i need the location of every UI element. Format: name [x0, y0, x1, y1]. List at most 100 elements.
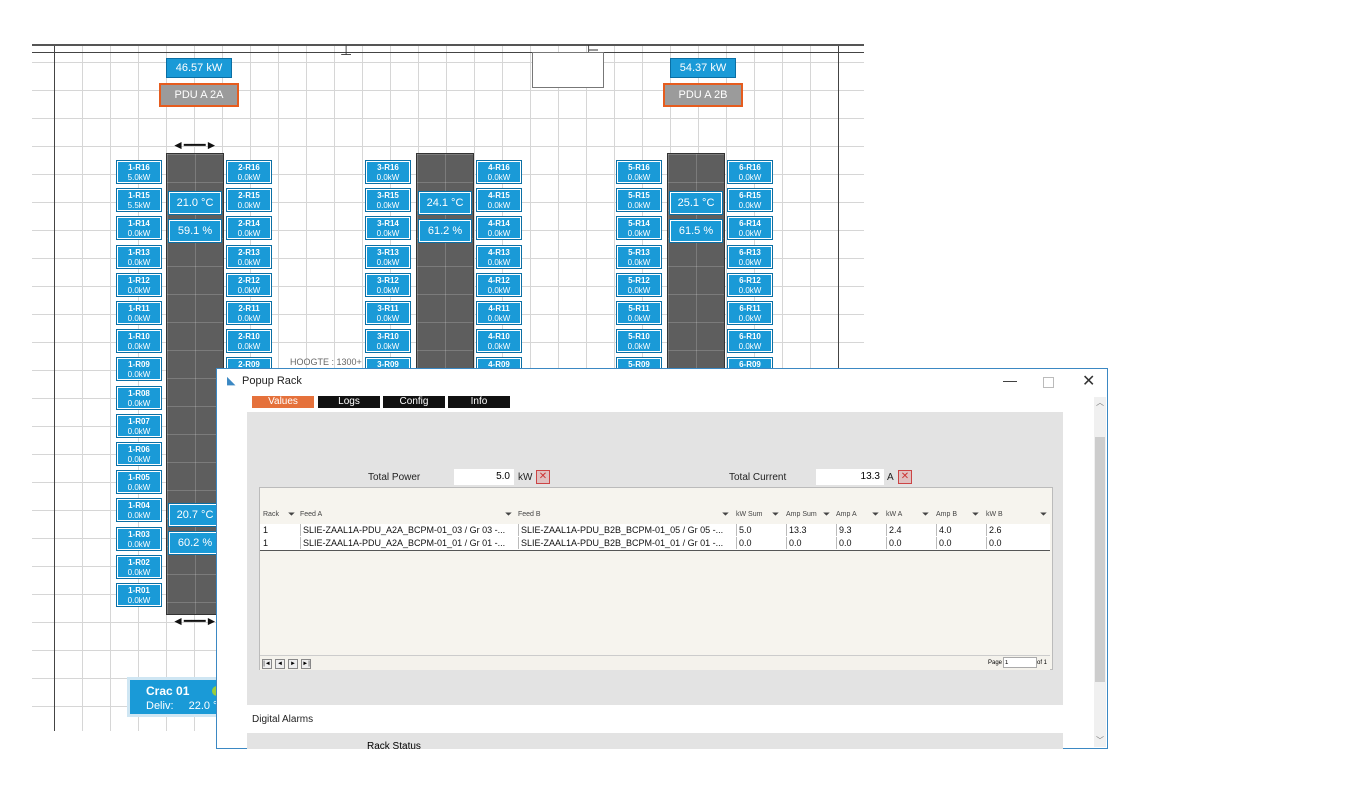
rack-1-r13[interactable]: 1-R13 0.0kW	[116, 244, 162, 269]
filter-icon[interactable]: ⏷	[823, 509, 830, 520]
aisle1-humidity[interactable]: 59.1 %	[168, 219, 222, 243]
aisle1-humidity-2[interactable]: 60.2 %	[168, 531, 222, 555]
pdu-a2b[interactable]: PDU A 2B	[663, 83, 743, 107]
rack-6-r16[interactable]: 6-R16 0.0kW	[727, 160, 773, 184]
rack-6-r11[interactable]: 6-R11 0.0kW	[727, 301, 773, 325]
rack-6-r13[interactable]: 6-R13 0.0kW	[727, 244, 773, 269]
tab-values[interactable]: Values	[252, 396, 314, 408]
rack-1-r11[interactable]: 1-R11 0.0kW	[116, 301, 162, 325]
filter-icon[interactable]: ⏷	[872, 509, 879, 520]
rack-1-r01[interactable]: 1-R01 0.0kW	[116, 583, 162, 607]
rack-3-r15[interactable]: 3-R15 0.0kW	[365, 188, 411, 213]
rack-2-r10[interactable]: 2-R10 0.0kW	[226, 329, 272, 354]
col-header-feed-b[interactable]: Feed B	[518, 508, 541, 522]
rack-2-r12[interactable]: 2-R12 0.0kW	[226, 272, 272, 297]
col-header-kw-sum[interactable]: kW Sum	[736, 508, 762, 522]
rack-1-r03[interactable]: 1-R03 0.0kW	[116, 526, 162, 551]
rack-2-r14[interactable]: 2-R14 0.0kW	[226, 216, 272, 241]
maximize-icon[interactable]	[1043, 377, 1054, 388]
rack-3-r16[interactable]: 3-R16 0.0kW	[365, 160, 411, 184]
title-bar[interactable]: ◣ Popup Rack — ✕	[217, 369, 1107, 393]
aisle3-temperature[interactable]: 25.1 °C	[669, 191, 723, 215]
col-header-amp-sum[interactable]: Amp Sum	[786, 508, 817, 522]
rack-2-r16[interactable]: 2-R16 0.0kW	[226, 160, 272, 184]
next-page-icon[interactable]: ►	[288, 659, 298, 669]
rack-2-r11[interactable]: 2-R11 0.0kW	[226, 301, 272, 325]
rack-1-r08[interactable]: 1-R08 0.0kW	[116, 385, 162, 410]
rack-1-r06[interactable]: 1-R06 0.0kW	[116, 442, 162, 466]
filter-icon[interactable]: ⏷	[505, 509, 512, 520]
crac-unit[interactable]: Crac 01 Deliv: 22.0 °	[127, 677, 227, 717]
rack-5-r14[interactable]: 5-R14 0.0kW	[616, 216, 662, 241]
page-input[interactable]	[1003, 657, 1037, 668]
tab-config[interactable]: Config	[383, 396, 445, 408]
rack-6-r15[interactable]: 6-R15 0.0kW	[727, 188, 773, 213]
rack-5-r12[interactable]: 5-R12 0.0kW	[616, 272, 662, 297]
aisle3-humidity[interactable]: 61.5 %	[669, 219, 723, 243]
rack-6-r12[interactable]: 6-R12 0.0kW	[727, 272, 773, 297]
filter-icon[interactable]: ⏷	[922, 509, 929, 520]
rack-1-r04[interactable]: 1-R04 0.0kW	[116, 498, 162, 523]
rack-4-r14[interactable]: 4-R14 0.0kW	[476, 216, 522, 241]
minimize-icon[interactable]: —	[1003, 372, 1017, 388]
table-row[interactable]: 1 SLIE-ZAAL1A-PDU_A2A_BCPM-01_03 / Gr 03 …	[260, 524, 1050, 538]
rack-1-r14[interactable]: 1-R14 0.0kW	[116, 216, 162, 241]
rack-1-r15[interactable]: 1-R15 5.5kW	[116, 188, 162, 213]
tab-logs[interactable]: Logs	[318, 396, 380, 408]
rack-3-r11[interactable]: 3-R11 0.0kW	[365, 301, 411, 325]
rack-4-r15[interactable]: 4-R15 0.0kW	[476, 188, 522, 213]
col-header-rack[interactable]: Rack	[263, 508, 279, 522]
filter-icon[interactable]: ⏷	[288, 509, 295, 520]
rack-3-r13[interactable]: 3-R13 0.0kW	[365, 244, 411, 269]
aisle1-temperature[interactable]: 21.0 °C	[168, 191, 222, 215]
rack-4-r12[interactable]: 4-R12 0.0kW	[476, 272, 522, 297]
col-header-amp-b[interactable]: Amp B	[936, 508, 957, 522]
aisle2-temperature[interactable]: 24.1 °C	[418, 191, 472, 215]
col-header-kw-a[interactable]: kW A	[886, 508, 902, 522]
rack-1-r05[interactable]: 1-R05 0.0kW	[116, 470, 162, 495]
scroll-down-icon[interactable]: ﹀	[1096, 735, 1104, 746]
rack-5-r15[interactable]: 5-R15 0.0kW	[616, 188, 662, 213]
rack-1-r02[interactable]: 1-R02 0.0kW	[116, 554, 162, 579]
rack-3-r12[interactable]: 3-R12 0.0kW	[365, 272, 411, 297]
tab-info[interactable]: Info	[448, 396, 510, 408]
table-row[interactable]: 1 SLIE-ZAAL1A-PDU_A2A_BCPM-01_01 / Gr 01 …	[260, 537, 1050, 551]
filter-icon[interactable]: ⏷	[1040, 509, 1047, 520]
last-page-icon[interactable]: ►|	[301, 659, 311, 669]
close-icon[interactable]: ✕	[1082, 371, 1095, 391]
rack-5-r16[interactable]: 5-R16 0.0kW	[616, 160, 662, 184]
rack-4-r16[interactable]: 4-R16 0.0kW	[476, 160, 522, 184]
filter-icon[interactable]: ⏷	[772, 509, 779, 520]
aisle1-temperature-2[interactable]: 20.7 °C	[168, 503, 222, 527]
filter-icon[interactable]: ⏷	[722, 509, 729, 520]
rack-2-r13[interactable]: 2-R13 0.0kW	[226, 244, 272, 269]
rack-3-r14[interactable]: 3-R14 0.0kW	[365, 216, 411, 241]
vertical-scrollbar[interactable]: ︿ ﹀	[1094, 397, 1106, 747]
clear-power-icon[interactable]: ✕	[536, 470, 550, 484]
scroll-thumb[interactable]	[1095, 437, 1105, 682]
pdu-a2a[interactable]: PDU A 2A	[159, 83, 239, 107]
rack-1-r12[interactable]: 1-R12 0.0kW	[116, 272, 162, 297]
col-header-amp-a[interactable]: Amp A	[836, 508, 857, 522]
col-header-kw-b[interactable]: kW B	[986, 508, 1003, 522]
rack-1-r16[interactable]: 1-R16 5.0kW	[116, 160, 162, 184]
rack-3-r10[interactable]: 3-R10 0.0kW	[365, 329, 411, 354]
aisle2-humidity[interactable]: 61.2 %	[418, 219, 472, 243]
rack-1-r10[interactable]: 1-R10 0.0kW	[116, 329, 162, 354]
prev-page-icon[interactable]: ◄	[275, 659, 285, 669]
rack-4-r10[interactable]: 4-R10 0.0kW	[476, 329, 522, 354]
rack-1-r09[interactable]: 1-R09 0.0kW	[116, 357, 162, 382]
first-page-icon[interactable]: |◄	[262, 659, 272, 669]
rack-6-r14[interactable]: 6-R14 0.0kW	[727, 216, 773, 241]
rack-6-r10[interactable]: 6-R10 0.0kW	[727, 329, 773, 354]
rack-5-r13[interactable]: 5-R13 0.0kW	[616, 244, 662, 269]
rack-5-r11[interactable]: 5-R11 0.0kW	[616, 301, 662, 325]
rack-1-r07[interactable]: 1-R07 0.0kW	[116, 413, 162, 438]
rack-4-r11[interactable]: 4-R11 0.0kW	[476, 301, 522, 325]
clear-current-icon[interactable]: ✕	[898, 470, 912, 484]
rack-2-r15[interactable]: 2-R15 0.0kW	[226, 188, 272, 213]
scroll-up-icon[interactable]: ︿	[1096, 397, 1104, 408]
filter-icon[interactable]: ⏷	[972, 509, 979, 520]
col-header-feed-a[interactable]: Feed A	[300, 508, 322, 522]
rack-5-r10[interactable]: 5-R10 0.0kW	[616, 329, 662, 354]
